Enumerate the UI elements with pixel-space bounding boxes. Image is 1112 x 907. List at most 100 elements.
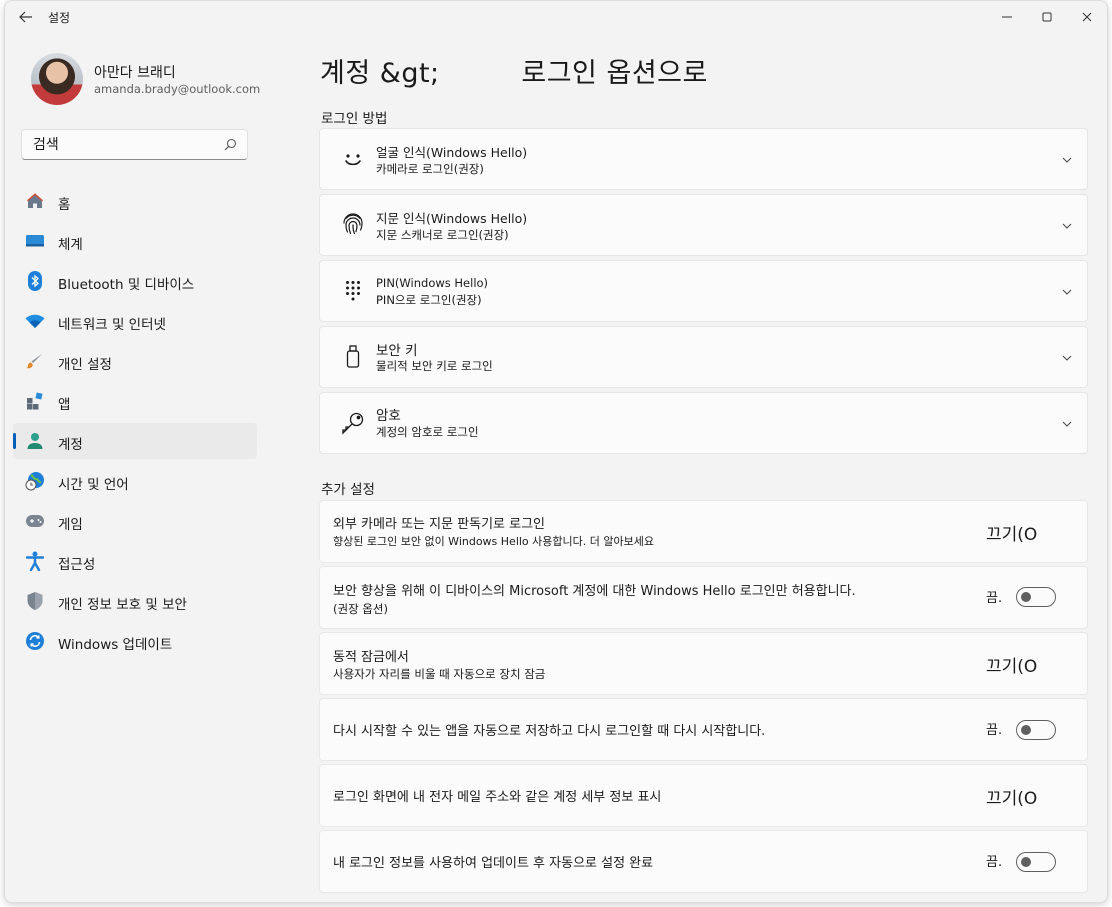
bluetooth-icon [25, 271, 45, 291]
key-icon [340, 410, 366, 436]
maximize-button[interactable] [1027, 1, 1067, 33]
sidebar-item-accessibility[interactable]: 접근성 [13, 543, 257, 579]
sign-in-method-fingerprint[interactable]: 지문 인식(Windows Hello) 지문 스캐너로 로그인(권장) [319, 194, 1088, 256]
sidebar-nav: 홈 체계 Bluetooth 및 디바이스 네트워크 및 인터넷 개인 설정 앱… [13, 183, 257, 663]
setting-title: 내 로그인 정보를 사용하여 업데이트 후 자동으로 설정 완료 [333, 856, 654, 871]
sidebar-item-label: 게임 [58, 517, 83, 533]
update-icon [25, 631, 45, 651]
sidebar-item-bluetooth[interactable]: Bluetooth 및 디바이스 [13, 263, 257, 299]
toggle-knob [1021, 857, 1031, 867]
sidebar-item-network[interactable]: 네트워크 및 인터넷 [13, 303, 257, 339]
method-subtitle: 지문 스캐너로 로그인(권장) [376, 228, 509, 242]
sidebar-item-label: 네트워크 및 인터넷 [58, 317, 166, 333]
gamepad-icon [25, 511, 45, 531]
shield-icon [25, 591, 45, 611]
account-icon [25, 431, 45, 451]
sign-in-method-password[interactable]: 암호 계정의 암호로 로그인 [319, 392, 1088, 454]
brush-icon [25, 351, 45, 371]
toggle-knob [1021, 592, 1031, 602]
sidebar-item-label: 접근성 [58, 557, 96, 573]
method-subtitle: PIN으로 로그인(권장) [376, 293, 482, 307]
method-subtitle: 계정의 암호로 로그인 [376, 425, 479, 439]
toggle-state-label: 끔. [986, 591, 1003, 606]
avatar [31, 53, 83, 105]
sidebar-item-windows-update[interactable]: Windows 업데이트 [13, 623, 257, 659]
chevron-down-icon [1062, 157, 1072, 163]
user-profile[interactable]: 아만다 브래디 amanda.brady@outlook.com [31, 51, 271, 107]
setting-auto-finish-setup: 내 로그인 정보를 사용하여 업데이트 후 자동으로 설정 완료 끔. [319, 830, 1088, 893]
sidebar-item-gaming[interactable]: 게임 [13, 503, 257, 539]
setting-subtitle: 사용자가 자리를 비울 때 자동으로 장치 잠금 [333, 667, 546, 681]
pin-keypad-icon [340, 278, 366, 304]
section-label-sign-in-methods: 로그인 방법 [321, 111, 388, 127]
setting-title: 다시 시작할 수 있는 앱을 자동으로 저장하고 다시 로그인할 때 다시 시작… [333, 724, 766, 739]
toggle-state-label: 끔. [986, 723, 1003, 738]
method-title: PIN(Windows Hello) [376, 276, 489, 290]
setting-title: 동적 잠금에서 [333, 650, 409, 665]
toggle-knob [1021, 725, 1031, 735]
restart-apps-toggle[interactable] [1016, 720, 1056, 740]
profile-email: amanda.brady@outlook.com [94, 82, 261, 96]
accessibility-icon [25, 551, 45, 571]
setting-show-account-details: 로그인 화면에 내 전자 메일 주소와 같은 계정 세부 정보 표시 끄기(O [319, 764, 1088, 827]
sidebar-item-label: 계정 [58, 437, 83, 453]
back-button[interactable] [15, 7, 37, 27]
setting-title: 로그인 화면에 내 전자 메일 주소와 같은 계정 세부 정보 표시 [333, 790, 662, 805]
sign-in-method-security-key[interactable]: 보안 키 물리적 보안 키로 로그인 [319, 326, 1088, 388]
setting-external-camera: 외부 카메라 또는 지문 판독기로 로그인 향상된 로그인 보안 없이 Wind… [319, 500, 1088, 563]
sidebar-item-time-language[interactable]: 시간 및 언어 [13, 463, 257, 499]
method-subtitle: 카메라로 로그인(권장) [376, 162, 484, 176]
setting-subtitle: 향상된 로그인 보안 없이 Windows Hello 사용합니다. 더 알아보… [333, 535, 654, 548]
back-arrow-icon [19, 11, 32, 23]
sidebar-item-privacy[interactable]: 개인 정보 보호 및 보안 [13, 583, 257, 619]
chevron-down-icon [1062, 421, 1072, 427]
sidebar-item-apps[interactable]: 앱 [13, 383, 257, 419]
sidebar-item-label: 개인 설정 [58, 357, 112, 373]
home-icon [25, 191, 45, 211]
wifi-icon [25, 311, 45, 331]
method-subtitle: 물리적 보안 키로 로그인 [376, 359, 493, 373]
close-button[interactable] [1067, 1, 1107, 33]
setting-title: 보안 향상을 위해 이 디바이스의 Microsoft 계정에 대한 Windo… [333, 584, 856, 599]
toggle-state-label: 끔. [986, 855, 1003, 870]
sign-in-method-face[interactable]: 얼굴 인식(Windows Hello) 카메라로 로그인(권장) [319, 128, 1088, 190]
fingerprint-icon [340, 211, 366, 237]
chevron-down-icon [1062, 289, 1072, 295]
method-title: 지문 인식(Windows Hello) [376, 211, 528, 226]
usb-key-icon [340, 344, 366, 370]
toggle-state-text[interactable]: 끄기(O [986, 652, 1037, 677]
profile-name: 아만다 브래디 [94, 65, 176, 81]
minimize-button[interactable] [987, 1, 1027, 33]
auto-finish-setup-toggle[interactable] [1016, 852, 1056, 872]
toggle-state-text[interactable]: 끄기(O [986, 520, 1037, 545]
close-icon [1082, 12, 1092, 22]
setting-subtitle: (권장 옵션) [333, 602, 388, 616]
sidebar-item-label: Windows 업데이트 [58, 637, 173, 653]
sidebar-item-label: Bluetooth 및 디바이스 [58, 277, 195, 293]
active-indicator [13, 433, 16, 449]
method-title: 얼굴 인식(Windows Hello) [376, 145, 528, 160]
sidebar-item-accounts[interactable]: 계정 [13, 423, 257, 459]
sidebar-item-home[interactable]: 홈 [13, 183, 257, 219]
search-icon[interactable] [224, 138, 237, 151]
search-input[interactable] [22, 130, 212, 159]
apps-icon [25, 391, 45, 411]
sign-in-method-pin[interactable]: PIN(Windows Hello) PIN으로 로그인(권장) [319, 260, 1088, 322]
sidebar-item-system[interactable]: 체계 [13, 223, 257, 259]
sidebar-item-label: 홈 [58, 197, 71, 213]
hello-only-toggle[interactable] [1016, 587, 1056, 607]
app-title: 설정 [48, 11, 71, 25]
minimize-icon [1002, 16, 1012, 18]
method-title: 암호 [376, 408, 401, 424]
sidebar-item-label: 체계 [58, 237, 83, 253]
toggle-state-text[interactable]: 끄기(O [986, 784, 1037, 809]
setting-title: 외부 카메라 또는 지문 판독기로 로그인 [333, 517, 546, 532]
chevron-down-icon [1062, 223, 1072, 229]
section-label-additional-settings: 추가 설정 [321, 482, 375, 498]
maximize-icon [1042, 12, 1052, 22]
search-box [21, 129, 248, 160]
setting-hello-only: 보안 향상을 위해 이 디바이스의 Microsoft 계정에 대한 Windo… [319, 566, 1088, 629]
title-bar: 설정 [5, 1, 1107, 33]
sidebar-item-personalization[interactable]: 개인 설정 [13, 343, 257, 379]
system-icon [25, 231, 45, 251]
